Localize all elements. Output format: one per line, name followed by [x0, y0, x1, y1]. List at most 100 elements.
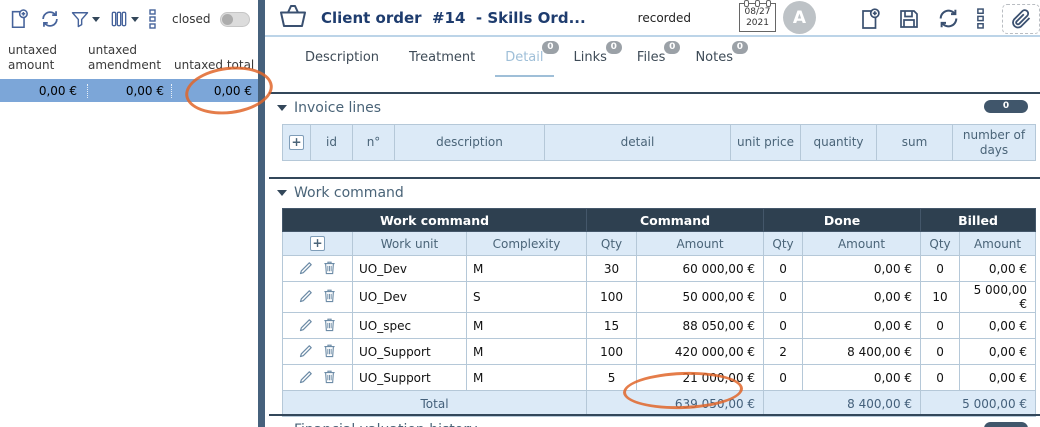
- untaxed-amendment-value: 0,00 €: [88, 84, 172, 98]
- billed-amount-cell: 0,00 €: [960, 365, 1036, 391]
- delete-icon[interactable]: [323, 317, 336, 332]
- next-section-badge: [984, 422, 1028, 427]
- list-toolbar: closed: [8, 6, 250, 32]
- done-amount-cell: 0,00 €: [803, 365, 921, 391]
- section-next[interactable]: Financial valuation history: [269, 414, 1040, 427]
- billed-amount-cell: 5 000,00 €: [960, 282, 1036, 313]
- work-command-row: UO_specM1588 050,00 €00,00 €00,00 €: [283, 313, 1036, 339]
- complexity-cell: S: [467, 282, 587, 313]
- column-header-untaxed-total[interactable]: untaxed total: [172, 58, 258, 73]
- section-invoice-lines[interactable]: Invoice lines: [269, 92, 1040, 116]
- complexity-cell: M: [467, 256, 587, 282]
- col-sum: sum: [877, 125, 953, 161]
- tab-notes[interactable]: Notes0: [695, 50, 733, 69]
- tab-links[interactable]: Links0: [574, 50, 607, 69]
- more-icon[interactable]: [976, 8, 985, 29]
- delete-icon[interactable]: [323, 369, 336, 384]
- done-qty-cell: 0: [764, 365, 803, 391]
- list-column-headers: untaxed amount untaxed amendment untaxed…: [0, 36, 258, 76]
- col-description: description: [395, 125, 545, 161]
- page-title: Client order #14 - Skills Ord...: [321, 9, 586, 27]
- done-amount-cell: 8 400,00 €: [803, 339, 921, 365]
- command-amount-cell: 60 000,00 €: [637, 256, 764, 282]
- more-icon[interactable]: [148, 9, 157, 29]
- refresh-icon[interactable]: [39, 8, 61, 30]
- col-done-amount: Amount: [803, 232, 921, 256]
- edit-icon[interactable]: [299, 317, 314, 332]
- work-unit-cell: UO_Support: [353, 365, 467, 391]
- tab-files-badge: 0: [664, 41, 680, 54]
- billed-amount-cell: 0,00 €: [960, 256, 1036, 282]
- col-done-qty: Qty: [764, 232, 803, 256]
- command-qty-cell: 30: [587, 256, 637, 282]
- column-header-untaxed-amount[interactable]: untaxed amount: [0, 43, 88, 73]
- edit-icon[interactable]: [299, 260, 314, 275]
- attachment-icon: [1009, 7, 1033, 31]
- total-label: Total: [283, 391, 587, 417]
- work-unit-cell: UO_Support: [353, 339, 467, 365]
- add-work-command-button[interactable]: +: [310, 236, 325, 251]
- invoice-lines-count-badge: 0: [984, 100, 1028, 113]
- invoice-lines-table: + id n° description detail unit price qu…: [282, 124, 1036, 161]
- chevron-down-icon: [131, 17, 139, 22]
- section-work-command[interactable]: Work command: [269, 177, 1040, 201]
- command-qty-cell: 100: [587, 282, 637, 313]
- tab-description[interactable]: Description: [305, 50, 379, 69]
- add-record-icon[interactable]: [8, 8, 30, 30]
- filter-icon[interactable]: [70, 9, 100, 29]
- col-work-unit: Work unit: [353, 232, 467, 256]
- records-list-panel: closed untaxed amount untaxed amendment …: [0, 0, 258, 427]
- tab-files[interactable]: Files0: [637, 50, 666, 69]
- avatar[interactable]: A: [783, 1, 816, 34]
- billed-qty-cell: 10: [921, 282, 960, 313]
- col-quantity: quantity: [801, 125, 877, 161]
- billed-amount-cell: 0,00 €: [960, 313, 1036, 339]
- done-amount-cell: 0,00 €: [803, 313, 921, 339]
- done-qty-cell: 0: [764, 282, 803, 313]
- selected-record-row[interactable]: 0,00 € 0,00 € 0,00 €: [0, 79, 258, 102]
- done-amount-cell: 0,00 €: [803, 282, 921, 313]
- untaxed-total-value: 0,00 €: [172, 84, 258, 98]
- command-amount-cell: 50 000,00 €: [637, 282, 764, 313]
- toggle-knob: [222, 14, 233, 25]
- work-command-row: UO_DevM3060 000,00 €00,00 €00,00 €: [283, 256, 1036, 282]
- total-done-amount: 8 400,00 €: [764, 391, 921, 417]
- attachment-dropzone[interactable]: [1002, 4, 1040, 34]
- closed-toggle[interactable]: [220, 12, 250, 27]
- col-complexity: Complexity: [467, 232, 587, 256]
- columns-icon[interactable]: [109, 9, 139, 29]
- tab-treatment[interactable]: Treatment: [409, 50, 475, 69]
- col-command-qty: Qty: [587, 232, 637, 256]
- row-actions: [283, 256, 353, 282]
- complexity-cell: M: [467, 313, 587, 339]
- column-header-untaxed-amendment[interactable]: untaxed amendment: [88, 43, 172, 73]
- delete-icon[interactable]: [323, 260, 336, 275]
- refresh-icon[interactable]: [936, 6, 961, 31]
- save-icon[interactable]: [897, 7, 921, 31]
- billed-amount-cell: 0,00 €: [960, 339, 1036, 365]
- tab-detail[interactable]: Detail0: [505, 50, 543, 69]
- total-command-amount: 639 050,00 €: [587, 391, 764, 417]
- command-amount-cell: 21 000,00 €: [637, 365, 764, 391]
- edit-icon[interactable]: [299, 343, 314, 358]
- delete-icon[interactable]: [323, 288, 336, 303]
- order-header: Client order #14 - Skills Ord... recorde…: [265, 0, 1040, 37]
- delete-icon[interactable]: [323, 343, 336, 358]
- work-unit-cell: UO_Dev: [353, 256, 467, 282]
- col-billed-qty: Qty: [921, 232, 960, 256]
- add-invoice-line-button[interactable]: +: [289, 135, 304, 150]
- edit-icon[interactable]: [299, 288, 314, 303]
- edit-icon[interactable]: [299, 369, 314, 384]
- date-line1: 08/27: [740, 7, 775, 18]
- add-record-icon[interactable]: [858, 7, 882, 31]
- header-actions: [858, 0, 1040, 37]
- command-amount-cell: 88 050,00 €: [637, 313, 764, 339]
- col-command-amount: Amount: [637, 232, 764, 256]
- row-actions: [283, 365, 353, 391]
- panel-divider: [258, 0, 265, 427]
- wc-add-cell: +: [283, 232, 353, 256]
- untaxed-amount-value: 0,00 €: [0, 84, 88, 98]
- command-qty-cell: 5: [587, 365, 637, 391]
- closed-filter-label: closed: [172, 12, 211, 26]
- collapse-triangle-icon: [277, 190, 287, 196]
